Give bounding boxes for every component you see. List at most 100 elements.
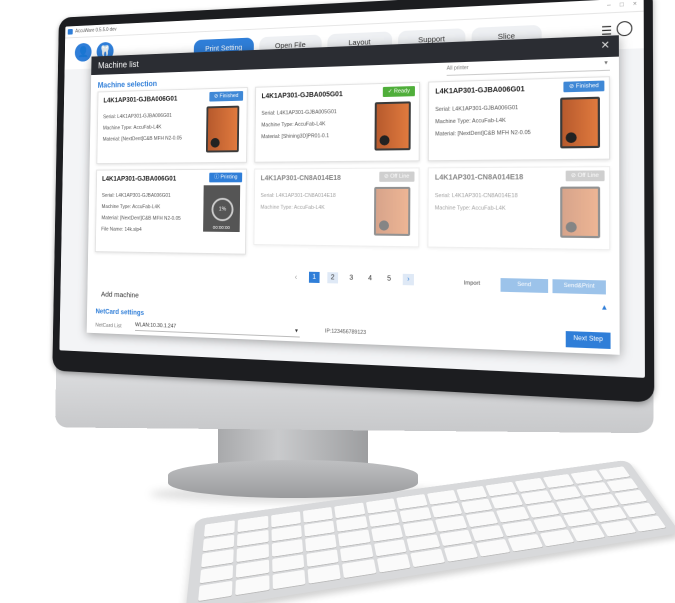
machine-name: L4K1AP301-GJBA006G01 [103, 95, 178, 105]
page-4[interactable]: 4 [365, 273, 376, 284]
machine-name: L4K1AP301-GJBA005G01 [261, 91, 343, 101]
printer-filter-value: All printer [446, 64, 469, 72]
keyboard-key [600, 520, 636, 537]
status-badge: ✓ Ready [382, 86, 415, 98]
keyboard-key [585, 494, 619, 509]
status-badge: ⓘ Printing [209, 172, 243, 183]
serial-text: Serial: L4K1AP301-CN8A014E18 [434, 193, 518, 200]
machine-type-text: Machine Type: AccuFab-L4K [101, 204, 161, 211]
keyboard-key [434, 515, 468, 532]
product-photo: AccuWare 0.5.5.0 dev – □ × 👤 🦷 Print Set… [0, 0, 675, 603]
printer-image [560, 96, 601, 149]
user-icon[interactable]: 👤 [74, 42, 92, 62]
keyboard-key [426, 489, 458, 505]
keyboard-key [570, 524, 606, 542]
page-1[interactable]: 1 [308, 271, 320, 284]
section-title: Machine selection [97, 79, 158, 90]
machine-type-text: Machine Type: AccuFab-L4K [260, 204, 325, 211]
next-step-button[interactable]: Next Step [565, 331, 611, 349]
status-badge: ⊘ Off Line [565, 170, 605, 182]
chevron-up-icon[interactable]: ▲ [600, 304, 608, 312]
close-window-icon[interactable]: × [633, 1, 637, 8]
machine-card[interactable]: L4K1AP301-GJBA006G01 ⊘ Finished Serial: … [427, 76, 611, 162]
machine-card[interactable]: L4K1AP301-GJBA006G01 ⓘ Printing Serial: … [94, 168, 247, 255]
print-progress-preview: 1% 00:00:00 [203, 185, 241, 233]
keyboard-key [235, 575, 270, 596]
netcard-title: NetCard settings [95, 308, 145, 317]
material-text: Material: [NextDent]C&B MFH N2-0.05 [102, 135, 182, 143]
keyboard-key [443, 544, 478, 562]
machine-name: L4K1AP301-CN8A014E18 [260, 174, 341, 183]
serial-text: Serial: L4K1AP301-GJBA006G01 [103, 112, 172, 121]
keyboard-key [307, 564, 342, 584]
send-button[interactable]: Send [500, 278, 549, 293]
keyboard-key [526, 502, 560, 518]
netcard-value: WLAN:10.30.1.247 [135, 322, 177, 330]
maximize-icon[interactable]: □ [620, 2, 624, 9]
minimize-icon[interactable]: – [607, 3, 611, 10]
app-logo-icon [67, 28, 73, 35]
keyboard-key [365, 498, 397, 514]
keyboard-key [556, 498, 590, 514]
machine-card[interactable]: L4K1AP301-CN8A014E18 ⊘ Off Line Serial: … [427, 166, 611, 251]
machine-card[interactable]: L4K1AP301-GJBA005G01 ✓ Ready Serial: L4K… [254, 81, 421, 163]
machine-name: L4K1AP301-CN8A014E18 [434, 174, 524, 182]
keyboard-key [342, 559, 377, 579]
keyboard-key [630, 515, 667, 532]
send-print-button[interactable]: Send&Print [552, 279, 606, 295]
machine-type-text: Machine Type: AccuFab-L4K [435, 117, 506, 126]
gear-icon[interactable] [616, 20, 633, 37]
keyboard-key [613, 489, 648, 505]
serial-text: Serial: L4K1AP301-GJBA006G01 [435, 104, 519, 114]
machine-type-text: Machine Type: AccuFab-L4K [102, 124, 162, 132]
window-controls: – □ × [607, 1, 644, 9]
chevron-left-icon[interactable]: ‹ [291, 271, 302, 282]
app-window: AccuWare 0.5.5.0 dev – □ × 👤 🦷 Print Set… [59, 0, 645, 378]
page-5[interactable]: 5 [384, 273, 395, 285]
chevron-down-icon: ▾ [604, 60, 608, 67]
keyboard-key [539, 529, 575, 547]
keyboard-key [376, 554, 411, 573]
keyboard-key [622, 502, 657, 518]
material-text: Material: [NextDent]C&B MFH N2-0.05 [435, 129, 531, 138]
machine-name: L4K1AP301-GJBA006G01 [102, 175, 177, 183]
netcard-label: NetCard List [95, 322, 122, 330]
ip-address-text: IP:123456789123 [324, 328, 367, 337]
monitor-stand-base [168, 460, 418, 498]
serial-text: Serial: L4K1AP301-CN8A014E18 [260, 193, 336, 200]
progress-percent: 1% [211, 197, 234, 222]
keyboard-key [198, 581, 233, 602]
keyboard-key [272, 570, 306, 590]
machine-card[interactable]: L4K1AP301-GJBA006G01 ⊘ Finished Serial: … [96, 87, 248, 165]
window-title: AccuWare 0.5.5.0 dev [75, 26, 117, 35]
printer-image [373, 186, 411, 236]
keyboard-key [476, 539, 511, 557]
machine-list-dialog: Machine list ✕ Machine selection All pri… [86, 35, 620, 355]
keyboard-key [410, 549, 445, 568]
serial-text: Serial: L4K1AP301-GJBA006G01 [101, 193, 171, 199]
page-3[interactable]: 3 [346, 273, 357, 284]
elapsed-time: 00:00:00 [212, 225, 230, 231]
machine-card[interactable]: L4K1AP301-CN8A014E18 ⊘ Off Line Serial: … [253, 167, 420, 248]
keyboard-key [598, 466, 630, 480]
machine-type-text: Machine Type: AccuFab-L4K [434, 205, 506, 212]
add-machine-button[interactable]: Add machine [101, 290, 139, 300]
pagination: ‹ 1 2 3 4 5 › [291, 271, 414, 286]
keyboard-key [542, 474, 575, 488]
keyboard-key [570, 470, 603, 484]
chevron-right-icon[interactable]: › [402, 273, 414, 286]
status-badge: ⊘ Finished [209, 91, 244, 102]
printer-image [560, 186, 601, 239]
chevron-down-icon: ▾ [294, 328, 298, 335]
page-2[interactable]: 2 [327, 272, 339, 284]
machine-type-text: Machine Type: AccuFab-L4K [261, 121, 326, 129]
import-button[interactable]: Import [450, 277, 494, 292]
monitor: AccuWare 0.5.5.0 dev – □ × 👤 🦷 Print Set… [52, 0, 655, 403]
keyboard-key [403, 520, 436, 537]
netcard-select[interactable]: WLAN:10.30.1.247 ▾ [134, 320, 300, 338]
material-text: Material: [NextDent]C&B MFH N2-0.05 [101, 215, 181, 222]
close-icon[interactable]: ✕ [601, 36, 610, 58]
printer-image [374, 101, 411, 151]
keyboard-key [508, 534, 543, 552]
dialog-title: Machine list [98, 59, 139, 71]
